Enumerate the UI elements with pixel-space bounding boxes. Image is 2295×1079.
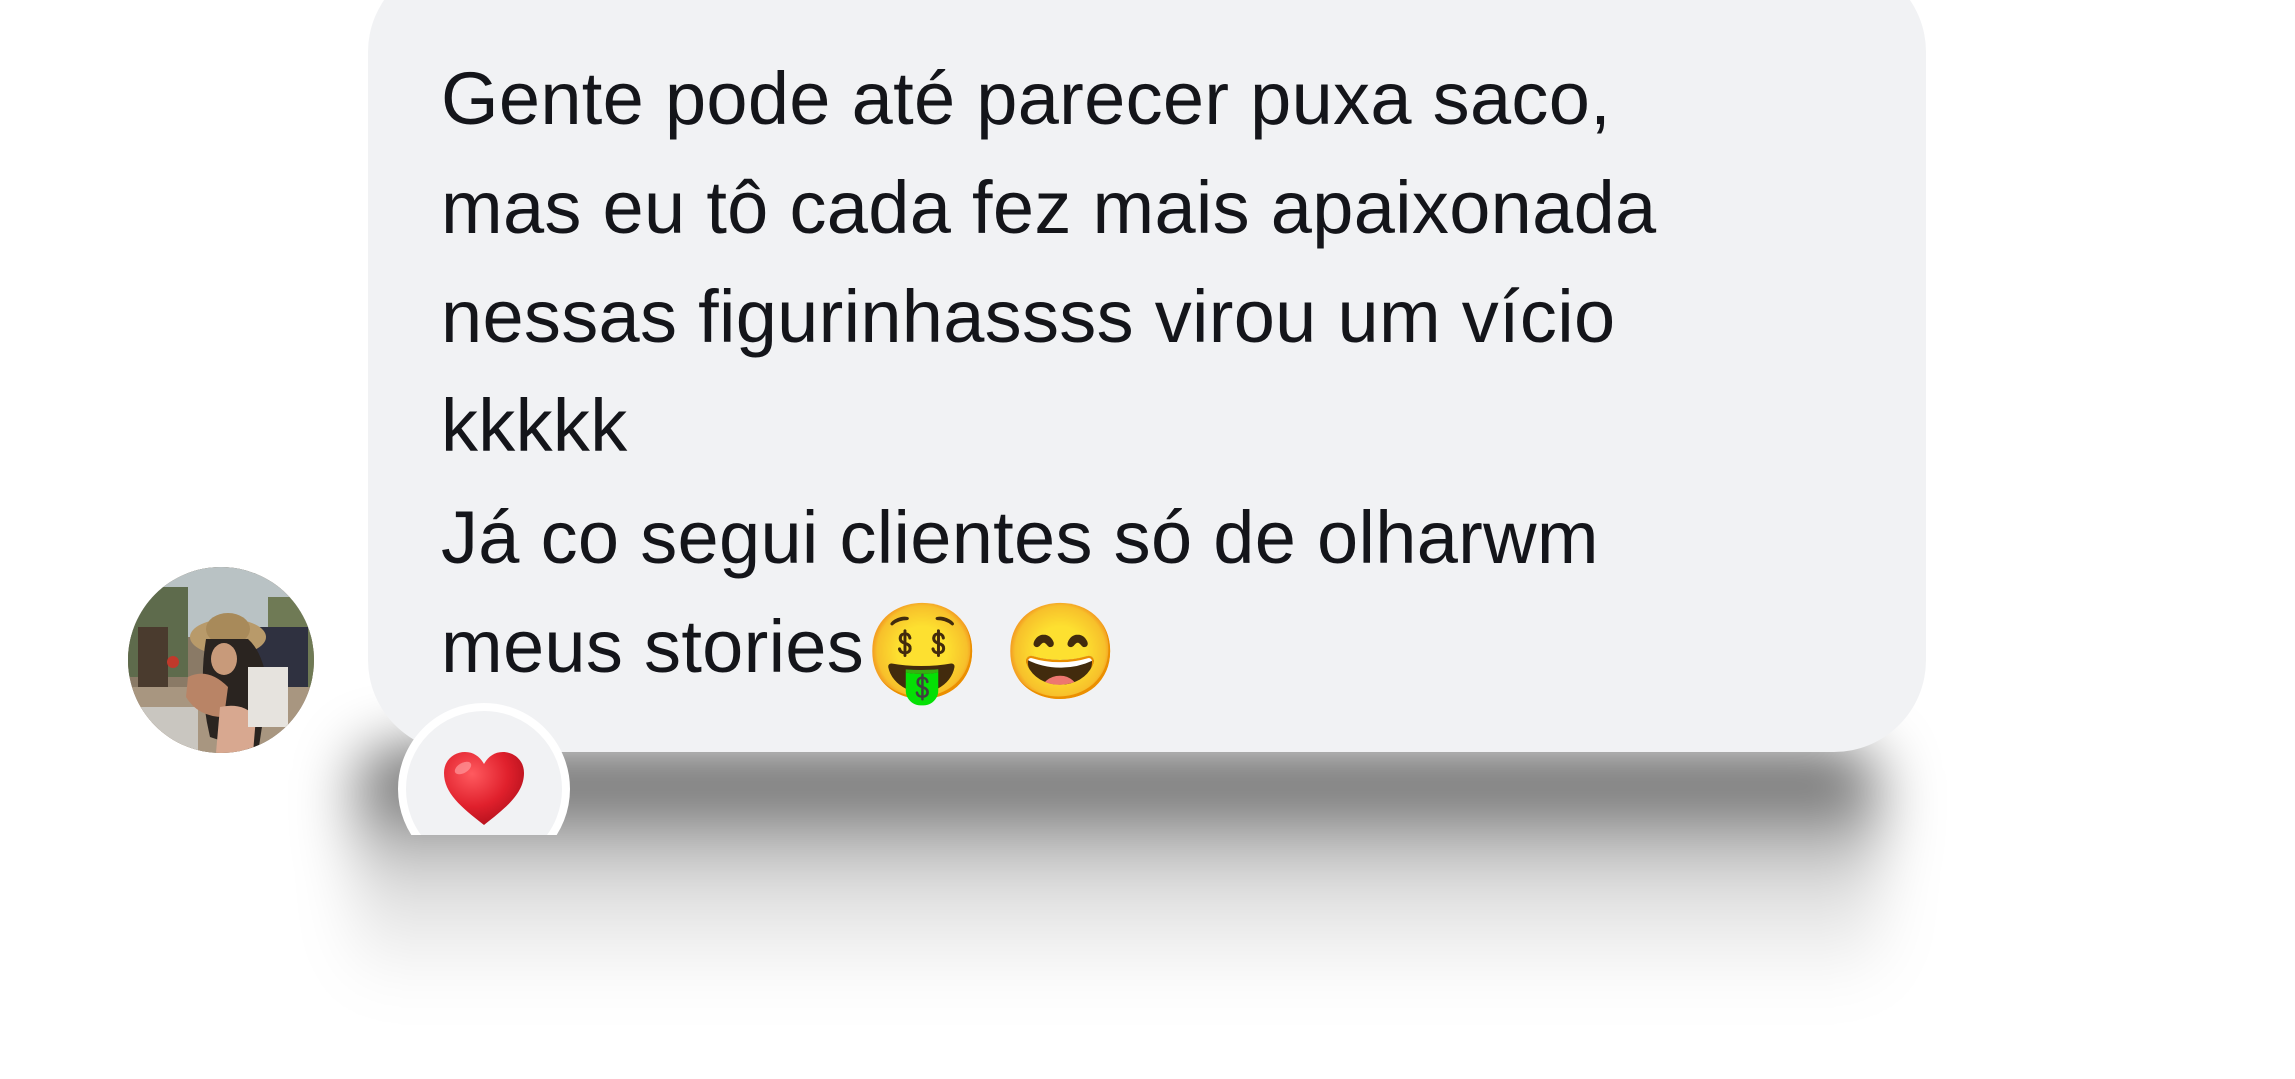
message-line-last: meus stories🤑 😄 xyxy=(441,592,1866,701)
money-mouth-face-icon: 🤑 xyxy=(864,599,982,704)
message-line: nessas figurinhassss virou um vício xyxy=(441,275,1616,358)
message-text: meus stories xyxy=(441,605,865,688)
grinning-face-icon: 😄 xyxy=(1002,599,1120,704)
chat-message-view: Gente pode até parecer puxa saco, mas eu… xyxy=(0,0,2295,1079)
reaction-badge[interactable] xyxy=(398,703,570,835)
message-line: Já co segui clientes só de olharwm xyxy=(441,496,1599,579)
reaction-clip xyxy=(380,700,600,835)
message-bubble[interactable]: Gente pode até parecer puxa saco, mas eu… xyxy=(368,0,1926,752)
heart-icon xyxy=(444,752,524,825)
message-line: Gente pode até parecer puxa saco, xyxy=(441,57,1612,140)
sender-avatar[interactable] xyxy=(128,567,314,753)
message-line: kkkkk xyxy=(441,384,628,467)
avatar-photo xyxy=(128,567,314,753)
message-line: mas eu tô cada fez mais apaixonada xyxy=(441,166,1657,249)
